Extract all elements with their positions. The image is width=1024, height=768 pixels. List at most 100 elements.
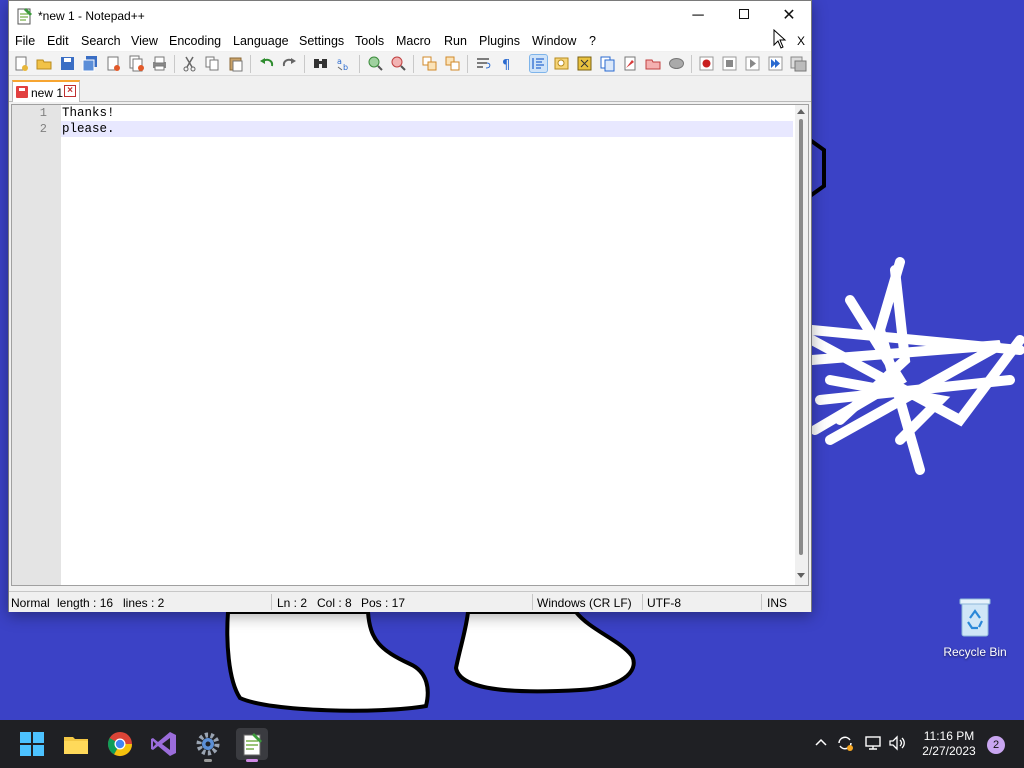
sync-horizontal-icon[interactable] xyxy=(444,55,461,72)
sync-status-button[interactable] xyxy=(836,734,854,752)
run-macro-multiple-icon[interactable] xyxy=(767,55,784,72)
function-list-icon[interactable] xyxy=(599,55,616,72)
settings-app[interactable] xyxy=(192,728,224,762)
define-language-icon[interactable] xyxy=(553,55,570,72)
open-file-icon[interactable] xyxy=(36,55,53,72)
clock[interactable]: 11:16 PM 2/27/2023 xyxy=(912,729,986,759)
monitoring-icon[interactable] xyxy=(645,55,662,72)
volume-button[interactable] xyxy=(888,734,906,752)
recycle-bin-icon xyxy=(959,598,991,637)
menu-file[interactable]: File xyxy=(15,34,35,48)
clock-time: 11:16 PM xyxy=(923,729,975,743)
tab-close-icon[interactable]: × xyxy=(64,85,76,97)
menu-bar: File Edit Search View Encoding Language … xyxy=(9,31,811,51)
menu-language[interactable]: Language xyxy=(233,34,289,48)
paste-icon[interactable] xyxy=(227,55,244,72)
menu-run[interactable]: Run xyxy=(444,34,467,48)
line-number: 2 xyxy=(39,122,47,136)
redo-icon[interactable] xyxy=(281,55,298,72)
minimize-button[interactable]: ─ xyxy=(675,1,721,31)
tab-bar: new 1 × xyxy=(9,78,811,102)
toolbar-separator xyxy=(413,55,414,73)
zoom-out-icon[interactable] xyxy=(390,55,407,72)
chrome-icon[interactable] xyxy=(104,728,136,760)
vertical-scrollbar[interactable] xyxy=(795,105,808,585)
running-indicator xyxy=(204,759,212,762)
status-separator xyxy=(532,594,533,610)
editor-area[interactable]: 1 2 Thanks! please. xyxy=(11,104,809,586)
playback-macro-icon[interactable] xyxy=(744,55,761,72)
file-explorer-icon[interactable] xyxy=(60,728,92,760)
copy-icon[interactable] xyxy=(204,55,221,72)
recycle-bin[interactable]: Recycle Bin xyxy=(940,596,1010,659)
status-bar: Normal length : 16 lines : 2 Ln : 2 Col … xyxy=(9,591,811,612)
folder-as-workspace-icon[interactable] xyxy=(622,55,639,72)
status-line: Ln : 2 xyxy=(277,596,308,610)
minimize-icon: ─ xyxy=(692,7,704,24)
notepadpp-taskbar-app[interactable] xyxy=(236,728,268,762)
undo-icon[interactable] xyxy=(258,55,275,72)
save-icon[interactable] xyxy=(59,55,76,72)
show-hidden-icons-button[interactable] xyxy=(812,734,830,752)
network-button[interactable] xyxy=(864,734,882,752)
save-macro-icon[interactable] xyxy=(790,55,807,72)
menu-encoding[interactable]: Encoding xyxy=(169,34,221,48)
maximize-button[interactable] xyxy=(721,1,767,31)
line-number: 1 xyxy=(39,106,47,120)
unsaved-file-icon xyxy=(16,86,28,98)
tab-label: new 1 xyxy=(31,86,64,100)
svg-text:¶: ¶ xyxy=(502,58,510,72)
macro-panel-icon[interactable] xyxy=(668,55,685,72)
notepad-plus-plus-icon xyxy=(243,733,262,756)
print-icon[interactable] xyxy=(151,55,168,72)
menu-plugins[interactable]: Plugins xyxy=(479,34,520,48)
start-icon[interactable] xyxy=(16,728,48,760)
close-document-button[interactable]: X xyxy=(797,34,805,48)
indent-guide-icon[interactable] xyxy=(529,54,548,73)
notification-badge[interactable]: 2 xyxy=(987,736,1005,754)
menu-macro[interactable]: Macro xyxy=(396,34,431,48)
notepadpp-window[interactable]: *new 1 - Notepad++ ─ ✕ File Edit Search … xyxy=(8,0,812,612)
replace-icon[interactable]: ab xyxy=(335,55,352,72)
code-line-current[interactable]: please. xyxy=(61,121,793,137)
close-icon: ✕ xyxy=(782,7,796,24)
status-separator xyxy=(761,594,762,610)
zoom-in-icon[interactable] xyxy=(367,55,384,72)
find-icon[interactable] xyxy=(312,55,329,72)
chevron-up-icon xyxy=(815,738,827,746)
document-map-icon[interactable] xyxy=(576,55,593,72)
menu-view[interactable]: View xyxy=(131,34,158,48)
line-number-gutter: 1 2 xyxy=(12,105,61,585)
toolbar-separator xyxy=(467,55,468,73)
toolbar-separator xyxy=(691,55,692,73)
menu-search[interactable]: Search xyxy=(81,34,121,48)
scroll-up-icon[interactable] xyxy=(797,109,805,114)
menu-window[interactable]: Window xyxy=(532,34,576,48)
status-insert-mode: INS xyxy=(767,596,788,610)
word-wrap-icon[interactable] xyxy=(475,55,492,72)
close-file-icon[interactable] xyxy=(105,55,122,72)
status-mode: Normal xyxy=(11,596,50,610)
volume-icon xyxy=(889,735,905,751)
menu-help[interactable]: ? xyxy=(589,34,596,48)
window-title: *new 1 - Notepad++ xyxy=(38,9,145,23)
record-macro-icon[interactable] xyxy=(698,55,715,72)
close-button[interactable]: ✕ xyxy=(766,1,812,31)
title-bar[interactable]: *new 1 - Notepad++ ─ ✕ xyxy=(9,1,811,31)
menu-tools[interactable]: Tools xyxy=(355,34,384,48)
cut-icon[interactable] xyxy=(181,55,198,72)
status-lines: lines : 2 xyxy=(123,596,165,610)
menu-settings[interactable]: Settings xyxy=(299,34,344,48)
stop-recording-icon[interactable] xyxy=(721,55,738,72)
close-all-icon[interactable] xyxy=(128,55,145,72)
tab-new-1[interactable]: new 1 × xyxy=(12,80,80,102)
menu-edit[interactable]: Edit xyxy=(47,34,69,48)
scrollbar-thumb[interactable] xyxy=(799,119,803,555)
code-line[interactable]: Thanks! xyxy=(61,105,793,121)
show-all-characters-icon[interactable]: ¶ xyxy=(498,55,515,72)
visual-studio-icon[interactable] xyxy=(148,728,180,760)
scroll-down-icon[interactable] xyxy=(797,573,805,578)
save-all-icon[interactable] xyxy=(82,55,99,72)
sync-vertical-icon[interactable] xyxy=(421,55,438,72)
new-file-icon[interactable] xyxy=(13,55,30,72)
